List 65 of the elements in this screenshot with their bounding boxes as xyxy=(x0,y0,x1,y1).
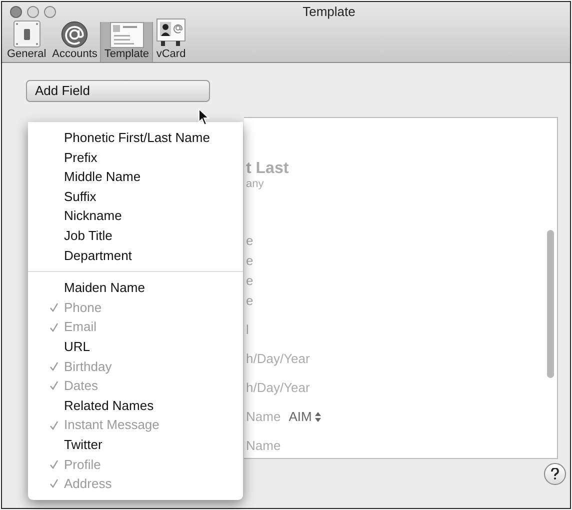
switch-icon xyxy=(12,20,41,48)
toolbar-tab[interactable]: Template xyxy=(100,22,154,62)
menu-item-label: Nickname xyxy=(64,207,122,226)
card-icon xyxy=(110,22,144,48)
checkmark-icon xyxy=(50,322,58,332)
help-button[interactable] xyxy=(544,463,566,485)
card-name: t Last xyxy=(246,160,289,178)
card-company: any xyxy=(246,178,264,191)
menu-item-label: URL xyxy=(64,338,90,356)
menu-item-label: Dates xyxy=(64,377,98,396)
field-label: h/Day/Year xyxy=(246,379,310,398)
field-label: Name xyxy=(246,437,281,456)
question-mark-icon xyxy=(551,468,559,480)
menu-item[interactable]: Suffix xyxy=(28,186,243,206)
checkmark-icon xyxy=(50,420,58,430)
window-title: Template xyxy=(302,3,356,22)
checkmark-icon xyxy=(50,303,58,312)
menu-item-label: Instant Message xyxy=(64,416,160,434)
toolbar-tab[interactable]: General xyxy=(4,22,50,62)
checkmark-icon xyxy=(50,479,58,488)
field-label: e xyxy=(246,272,254,290)
menu-item-label: Prefix xyxy=(64,148,98,167)
menu-item-label: Related Names xyxy=(64,396,154,415)
menu-item[interactable]: Phonetic First/Last Name xyxy=(28,128,243,148)
menu-item[interactable]: Middle Name xyxy=(28,167,243,187)
minimize-button[interactable] xyxy=(27,6,39,18)
at-sign-icon xyxy=(61,21,88,48)
checkmark-icon xyxy=(50,362,58,371)
checkmark-icon xyxy=(50,460,58,469)
menu-item[interactable]: Prefix xyxy=(28,148,243,168)
menu-item-label: Email xyxy=(64,318,97,336)
menu-item-label: Middle Name xyxy=(64,168,141,186)
menu-item[interactable]: Nickname xyxy=(28,206,243,226)
add-field-popup-button[interactable]: Add Field xyxy=(26,80,210,102)
menu-item-label: Birthday xyxy=(64,358,112,376)
zoom-button[interactable] xyxy=(44,6,56,18)
menu-item[interactable]: Twitter xyxy=(28,434,243,454)
menu-item-label: Maiden Name xyxy=(64,279,145,298)
menu-item[interactable]: Related Names xyxy=(28,396,243,416)
contact-card-icon xyxy=(156,18,186,48)
toolbar-tab[interactable]: Accounts xyxy=(49,22,100,62)
checkmark-icon xyxy=(50,381,58,390)
menu-item[interactable]: Job Title xyxy=(28,226,243,246)
field-label: e xyxy=(246,232,254,250)
menu-item-label: Profile xyxy=(64,456,101,474)
menu-item[interactable]: Department xyxy=(28,246,243,266)
menu-item-label: Department xyxy=(64,246,132,265)
service-popup[interactable]: AIM xyxy=(288,407,321,427)
menu-item-label: Phone xyxy=(64,298,102,317)
field-label: e xyxy=(246,292,254,310)
toolbar-tab[interactable]: vCard xyxy=(153,22,190,62)
scrollbar[interactable] xyxy=(547,230,554,378)
field-label: h/Day/Year xyxy=(246,350,310,368)
close-button[interactable] xyxy=(10,6,22,18)
menu-item[interactable]: URL xyxy=(28,336,243,357)
field-label: e xyxy=(246,252,254,270)
menu-item-label: Suffix xyxy=(64,188,96,206)
field-label: Name xyxy=(246,408,281,426)
menu-item-label: Phonetic First/Last Name xyxy=(64,129,210,148)
menu-item-label: Twitter xyxy=(64,436,102,454)
menu-item-label: Address xyxy=(64,475,112,494)
menu-item[interactable]: Maiden Name xyxy=(28,278,243,298)
field-label: l xyxy=(246,321,249,340)
up-down-arrows-icon xyxy=(314,412,321,422)
menu-item-label: Job Title xyxy=(64,227,112,246)
